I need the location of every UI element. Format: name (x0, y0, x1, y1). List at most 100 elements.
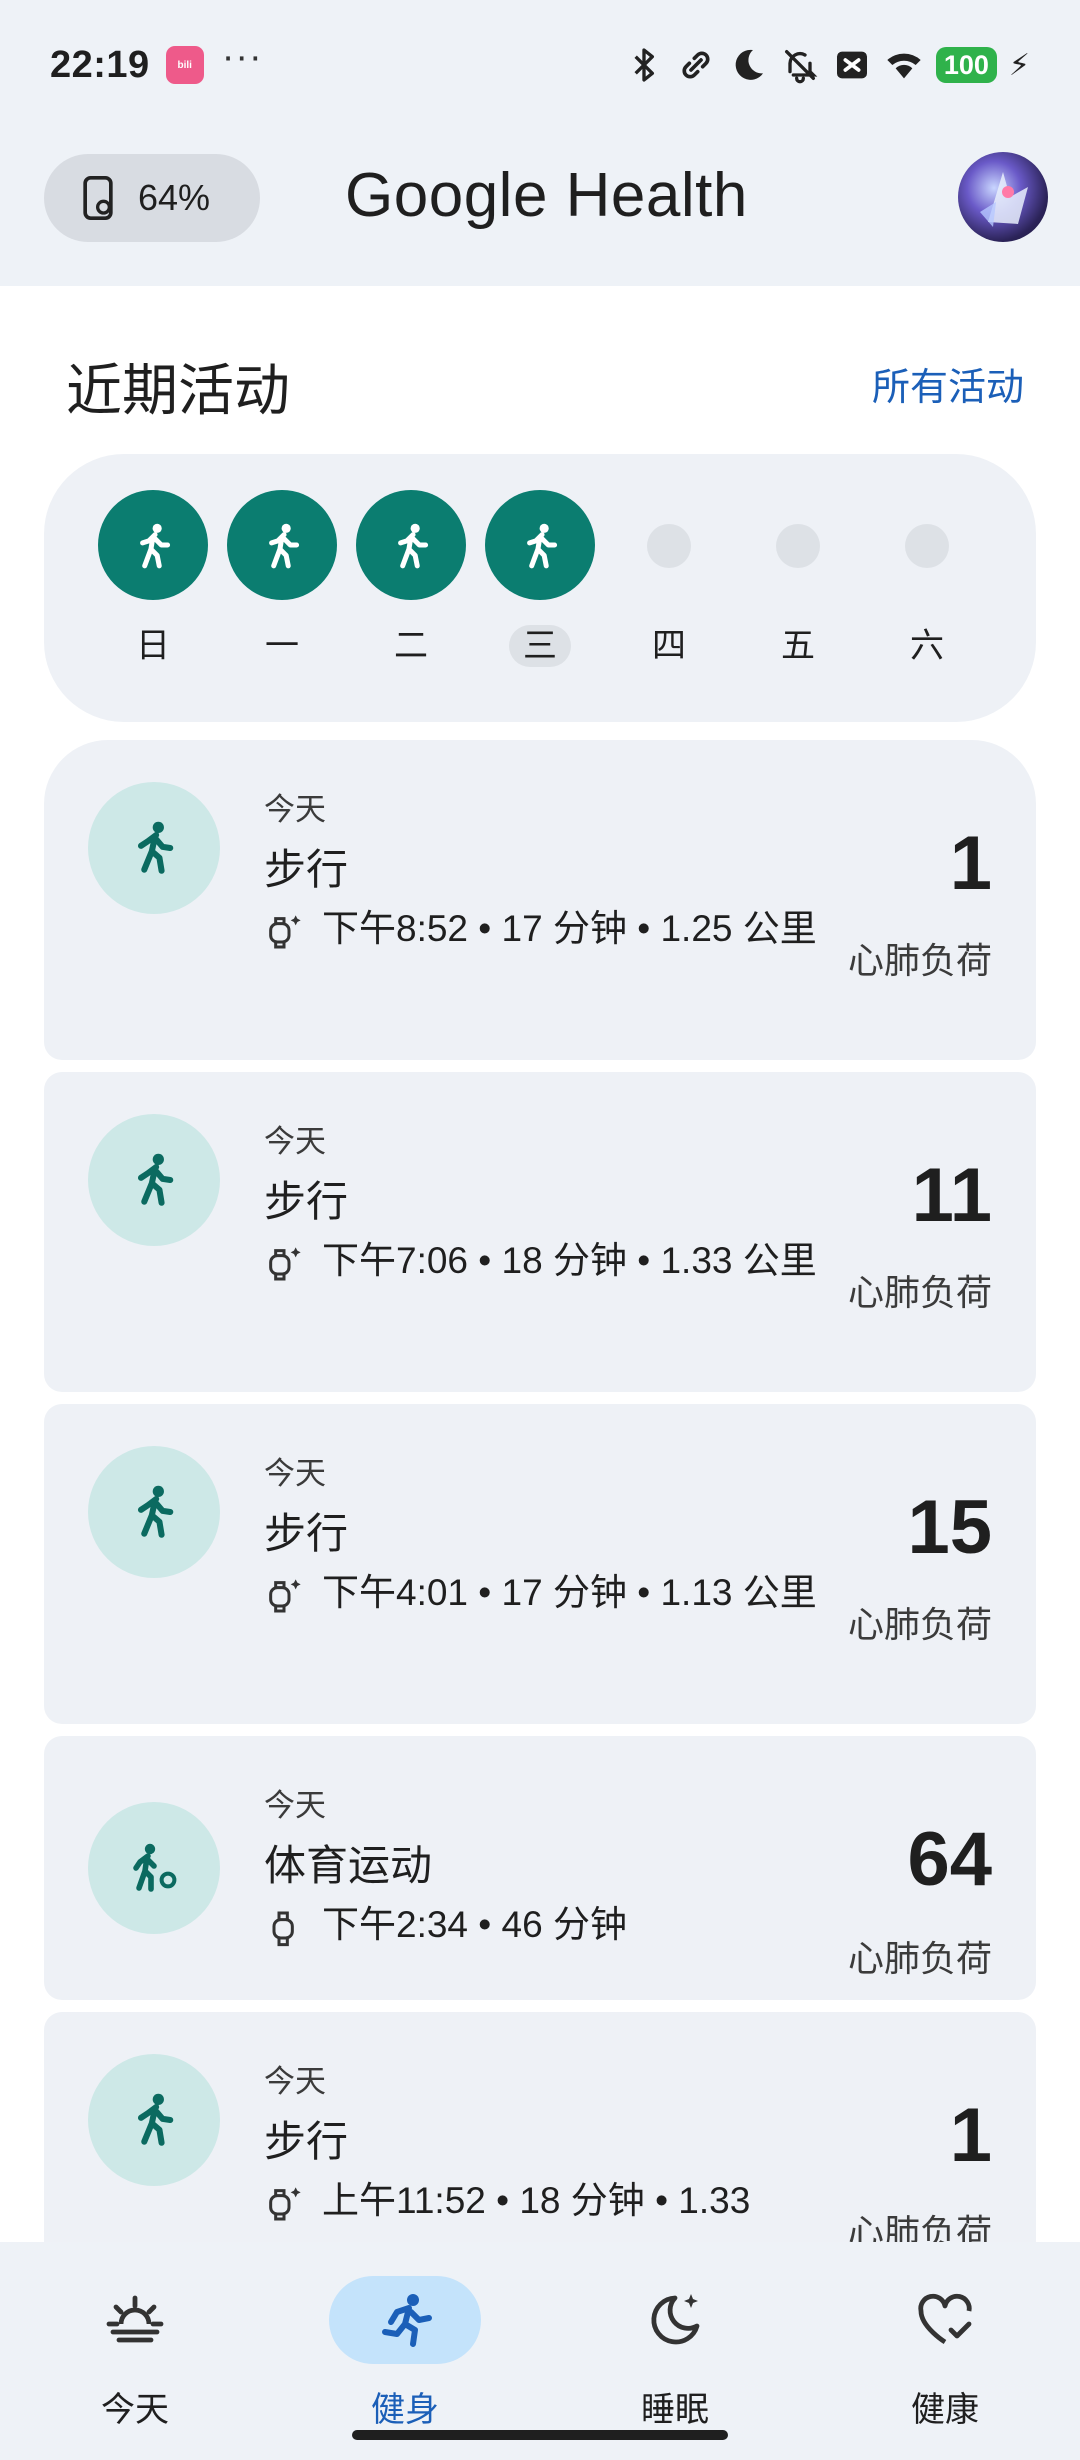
nav-fitness[interactable]: 健身 (305, 2258, 505, 2429)
watch-sparkle-icon (264, 2174, 308, 2231)
heart-check-icon (918, 2293, 972, 2345)
nav-label: 健康 (911, 2391, 979, 2429)
activity-details: 下午8:52 • 17 分钟 • 1.25 公里 (322, 908, 817, 949)
day-mon[interactable]: 一 (227, 454, 337, 722)
day-label: 日 (136, 627, 170, 665)
bluetooth-icon (634, 48, 654, 82)
battery-icon: 100 (935, 47, 997, 83)
main-content: 近期活动 所有活动 日 一 二 三 四 五 六 今天 步行 下午8:52 • 1… (0, 286, 1080, 2246)
watch-battery-icon (83, 176, 113, 220)
day-sun[interactable]: 日 (98, 454, 208, 722)
day-done-indicator (356, 490, 466, 600)
link-icon (682, 51, 710, 79)
activity-card[interactable]: 今天 步行 上午11:52 • 18 分钟 • 1.33 1 心肺负荷 (44, 2012, 1036, 2246)
activity-meta: 下午4:01 • 17 分钟 • 1.13 公里 (264, 1566, 824, 1623)
walk-icon (269, 523, 300, 569)
activity-meta: 上午11:52 • 18 分钟 • 1.33 (264, 2174, 824, 2231)
day-label: 一 (265, 627, 299, 665)
activity-name: 步行 (264, 1178, 349, 1225)
nav-sleep[interactable]: 睡眠 (575, 2258, 775, 2429)
day-tue[interactable]: 二 (356, 454, 466, 722)
day-done-indicator (227, 490, 337, 600)
walk-icon (88, 1446, 220, 1578)
activity-details: 下午4:01 • 17 分钟 • 1.13 公里 (322, 1572, 817, 1613)
app-title: Google Health (345, 161, 748, 230)
activity-meta: 下午7:06 • 18 分钟 • 1.33 公里 (264, 1234, 824, 1291)
status-time: 22:19 (50, 43, 150, 86)
cardio-load-label: 心肺负荷 (847, 2212, 992, 2246)
activity-card[interactable]: 今天 步行 下午4:01 • 17 分钟 • 1.13 公里 15 心肺负荷 (44, 1404, 1036, 1724)
activity-date: 今天 (264, 1456, 326, 1491)
week-progress-card: 日 一 二 三 四 五 六 (44, 454, 1036, 722)
cardio-load-label: 心肺负荷 (847, 1938, 992, 1979)
activity-name: 步行 (264, 846, 349, 893)
walk-icon (527, 523, 558, 569)
activity-date: 今天 (264, 792, 326, 827)
walk-icon (140, 523, 171, 569)
bilibili-icon: bili (165, 46, 204, 84)
nav-label: 睡眠 (641, 2391, 709, 2429)
nav-pill-active (329, 2276, 481, 2364)
day-done-indicator (485, 490, 595, 600)
nav-today[interactable]: 今天 (35, 2258, 235, 2429)
walk-icon (88, 2054, 220, 2186)
bell-off-icon (784, 50, 818, 84)
watch-sparkle-icon (264, 1566, 308, 1623)
activity-name: 步行 (264, 1510, 349, 1557)
wifi-icon (887, 53, 921, 79)
signal-off-icon (836, 51, 867, 79)
activity-date: 今天 (264, 2064, 326, 2099)
nav-pill (869, 2276, 1021, 2364)
charging-icon: ⚡ (1008, 48, 1030, 82)
day-pending-indicator (647, 524, 691, 568)
day-label: 四 (652, 627, 686, 665)
day-pending-indicator (905, 524, 949, 568)
activity-details: 上午11:52 • 18 分钟 • 1.33 (322, 2180, 751, 2221)
cardio-load-label: 心肺负荷 (847, 1272, 992, 1313)
activity-meta: 下午8:52 • 17 分钟 • 1.25 公里 (264, 902, 824, 959)
day-pending-indicator (776, 524, 820, 568)
cardio-load-label: 心肺负荷 (847, 940, 992, 981)
status-more: ··· (221, 36, 263, 78)
cardio-load-value: 15 (907, 1485, 992, 1570)
activity-name: 步行 (264, 2118, 349, 2165)
watch-battery-value: 64% (138, 177, 211, 218)
all-activities-link[interactable]: 所有活动 (872, 356, 1024, 411)
watch-sparkle-icon (264, 902, 308, 959)
status-icons: 100 ⚡ (624, 45, 1030, 85)
day-wed[interactable]: 三 (485, 454, 595, 722)
cardio-load-value: 64 (907, 1817, 992, 1902)
run-icon (382, 2294, 432, 2347)
activity-card[interactable]: 今天 步行 下午8:52 • 17 分钟 • 1.25 公里 1 心肺负荷 (44, 740, 1036, 1060)
walk-icon (88, 1114, 220, 1246)
activity-card[interactable]: 今天 体育运动 下午2:34 • 46 分钟 64 心肺负荷 (44, 1736, 1036, 2000)
walk-icon (88, 782, 220, 914)
day-thu[interactable]: 四 (614, 454, 724, 722)
home-indicator[interactable] (352, 2430, 728, 2440)
activity-card[interactable]: 今天 步行 下午7:06 • 18 分钟 • 1.33 公里 11 心肺负荷 (44, 1072, 1036, 1392)
activity-meta: 下午2:34 • 46 分钟 (264, 1898, 824, 1955)
sunrise-icon (106, 2295, 164, 2343)
day-sat[interactable]: 六 (872, 454, 982, 722)
cardio-load-value: 1 (949, 2093, 992, 2178)
watch-icon (264, 1898, 308, 1955)
day-label: 六 (910, 627, 944, 665)
cardio-load-value: 11 (911, 1153, 992, 1238)
moon-sparkle-icon (651, 2294, 700, 2345)
cardio-load-label: 心肺负荷 (847, 1604, 992, 1645)
nav-label: 健身 (371, 2391, 439, 2429)
avatar-image (980, 172, 1028, 227)
watch-battery-chip[interactable]: 64% (44, 154, 260, 242)
app-bar: 64% Google Health (0, 130, 1080, 286)
status-bar: 22:19 bili ··· 100 ⚡ (0, 0, 1080, 130)
day-fri[interactable]: 五 (743, 454, 853, 722)
nav-health[interactable]: 健康 (845, 2258, 1045, 2429)
cardio-load-value: 1 (949, 821, 992, 906)
bottom-nav: 今天 健身 睡眠 健康 (0, 2242, 1080, 2460)
activity-details: 下午2:34 • 46 分钟 (322, 1904, 627, 1945)
moon-icon (735, 49, 763, 80)
activity-name: 体育运动 (264, 1842, 433, 1889)
walk-icon (398, 523, 429, 569)
day-label: 二 (394, 627, 428, 665)
avatar[interactable] (958, 152, 1048, 242)
